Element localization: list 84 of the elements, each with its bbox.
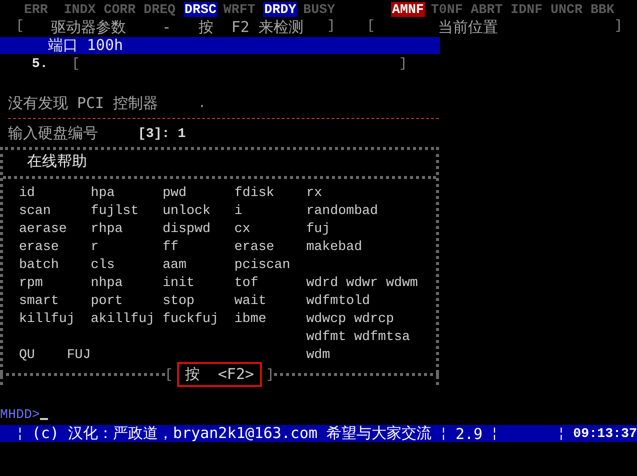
help-title: 在线帮助	[26, 152, 87, 170]
separator: ¦	[440, 426, 448, 441]
separator: ¦	[557, 426, 566, 441]
command-name: smart	[18, 292, 59, 308]
command-name: hpa	[90, 184, 115, 200]
command-name: fujlst	[90, 202, 139, 218]
command-name: QU	[18, 346, 35, 362]
command-name: fdisk	[234, 184, 274, 200]
command-name: rhpa	[90, 220, 123, 236]
command-name: ff	[162, 238, 179, 254]
status-label: ERR	[24, 2, 49, 16]
bracket: [	[16, 18, 24, 34]
error-label: T0NF	[430, 2, 464, 16]
bracket: ]	[614, 18, 622, 34]
command-name: rpm	[18, 274, 43, 290]
error-label: IDNF	[510, 2, 544, 16]
bracket: [	[164, 366, 173, 382]
command-name: unlock	[162, 202, 210, 218]
press-f2-hint: 按 <F2>	[176, 362, 262, 386]
command-name: tof	[234, 274, 258, 290]
command-name: wdwcp wdrcp	[306, 310, 394, 326]
clock: 09:13:37	[573, 426, 637, 441]
input-label: 输入硬盘编号	[8, 124, 98, 142]
status-label: CORR	[104, 2, 137, 16]
command-name: ibme	[234, 310, 266, 326]
status-label: BUSY	[303, 2, 336, 16]
command-name: killfuj	[18, 310, 75, 326]
command-name: rx	[306, 184, 322, 200]
message-dot: .	[198, 96, 206, 110]
error-label: AMNF	[390, 2, 425, 16]
command-name: wait	[234, 292, 266, 308]
command-name: scan	[18, 202, 51, 218]
command-prompt[interactable]: MHDD>	[0, 406, 40, 422]
status-text: 2.9	[455, 424, 483, 442]
command-name: makebad	[306, 238, 362, 254]
command-name: batch	[18, 256, 59, 272]
bracket: [	[367, 18, 376, 34]
error-label: BBK	[590, 2, 616, 16]
error-label: UNCR	[550, 2, 584, 16]
bracket: ]	[266, 366, 274, 382]
port-label: 端口 100h	[48, 36, 124, 54]
command-name: r	[90, 238, 99, 254]
command-name: FUJ	[66, 346, 91, 362]
error-message: 没有发现 PCI 控制器	[8, 94, 158, 112]
command-name: fuj	[306, 220, 330, 236]
command-name: nhpa	[90, 274, 123, 290]
bracket: [	[72, 56, 80, 70]
status-label: WRFT	[223, 2, 256, 16]
command-name: randombad	[306, 202, 378, 218]
command-name: pciscan	[234, 256, 290, 272]
status-text: (c) 汉化：严政道，bryan2k1@163.com 希望与大家交流	[32, 424, 432, 443]
command-name: cx	[234, 220, 250, 236]
drive-number: 5.	[32, 56, 48, 70]
command-name: erase	[18, 238, 59, 254]
input-value[interactable]: [3]: 1	[138, 126, 186, 140]
separator: ¦	[16, 426, 24, 441]
command-name: wdfmtold	[306, 292, 370, 308]
command-name: fuckfuj	[162, 310, 218, 326]
status-label: INDX	[64, 2, 97, 16]
position-label: 当前位置	[438, 18, 498, 36]
status-label: DRSC	[184, 2, 218, 16]
command-name: i	[234, 202, 242, 218]
command-name: wdfmt wdfmtsa	[306, 328, 410, 344]
status-label: DRDY	[263, 2, 298, 16]
command-name: cls	[90, 256, 115, 272]
bracket: ]	[327, 18, 336, 34]
command-name: akillfuj	[90, 310, 155, 326]
command-name: wdrd wdwr wdwm	[306, 274, 418, 290]
cursor	[40, 418, 48, 420]
command-name: erase	[234, 238, 274, 254]
command-name: pwd	[162, 184, 187, 200]
command-name: wdm	[306, 346, 330, 362]
command-name: init	[162, 274, 194, 290]
separator: ¦	[490, 426, 499, 441]
command-name: id	[18, 184, 35, 200]
command-name: aam	[162, 256, 187, 272]
bracket: ]	[398, 56, 407, 70]
drive-params-label: 驱动器参数 - 按 F2 来检测	[51, 18, 304, 36]
status-label: DREQ	[144, 2, 177, 16]
command-name: dispwd	[162, 220, 210, 236]
command-name: port	[90, 292, 123, 308]
error-label: ABRT	[470, 2, 504, 16]
command-name: aerase	[18, 220, 67, 236]
command-name: stop	[162, 292, 194, 308]
